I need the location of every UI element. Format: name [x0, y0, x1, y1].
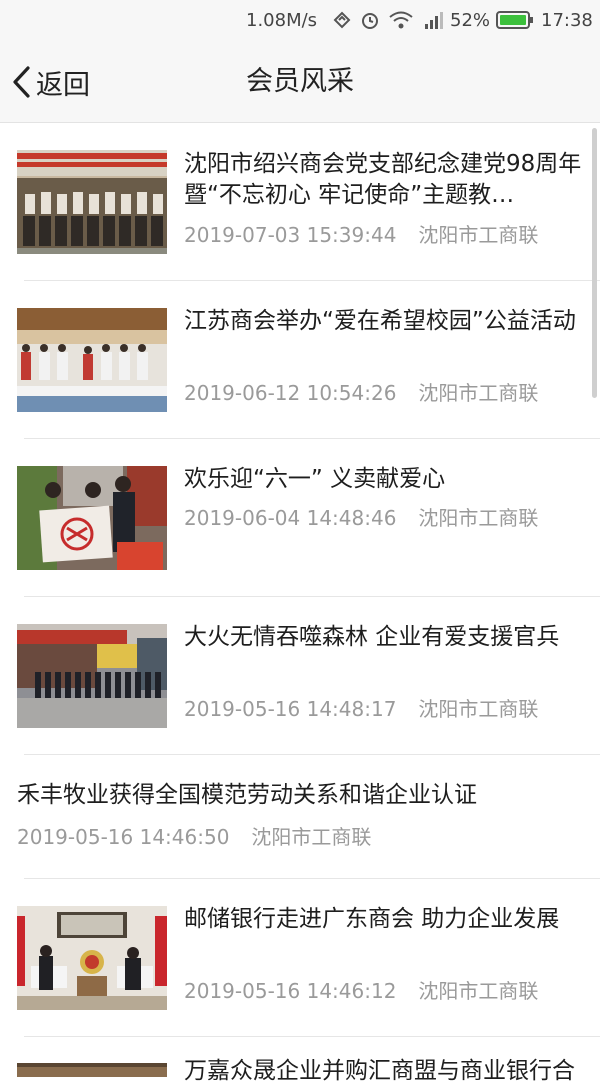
- article-meta: 2019-05-16 14:46:12 沈阳市工商联: [184, 978, 538, 1004]
- list-item[interactable]: 江苏商会举办“爱在希望校园”公益活动 2019-06-12 10:54:26 沈阳…: [0, 281, 600, 439]
- article-date: 2019-05-16 14:46:12: [184, 979, 397, 1003]
- list-item[interactable]: 万嘉众晟企业并购汇商盟与商业银行合: [0, 1037, 600, 1084]
- article-thumbnail: [17, 1063, 167, 1077]
- article-source: 沈阳市工商联: [418, 223, 539, 247]
- list-item[interactable]: 沈阳市绍兴商会党支部纪念建党98周年暨“不忘初心 牢记使命”主题教… 2019-…: [0, 123, 600, 281]
- article-date: 2019-06-12 10:54:26: [184, 381, 397, 405]
- article-source: 沈阳市工商联: [418, 697, 539, 721]
- article-title: 禾丰牧业获得全国模范劳动关系和谐企业认证: [17, 782, 477, 808]
- nav-header: 返回 会员风采: [0, 44, 600, 123]
- wifi-icon: [388, 9, 414, 38]
- article-source: 沈阳市工商联: [418, 506, 539, 530]
- article-title: 万嘉众晟企业并购汇商盟与商业银行合: [184, 1058, 575, 1084]
- article-meta: 2019-07-03 15:39:44 沈阳市工商联: [184, 222, 538, 248]
- battery-percent: 52%: [450, 10, 491, 31]
- signal-icon: [423, 9, 445, 38]
- article-thumbnail: [17, 906, 167, 1010]
- article-meta: 2019-06-04 14:48:46 沈阳市工商联: [184, 505, 538, 531]
- status-bar: 1.08M/s 52% 17:38: [0, 0, 600, 44]
- network-speed: 1.08M/s: [246, 10, 318, 31]
- article-thumbnail: [17, 466, 167, 570]
- article-source: 沈阳市工商联: [418, 979, 539, 1003]
- list-item[interactable]: 邮储银行走进广东商会 助力企业发展 2019-05-16 14:46:12 沈阳市…: [0, 879, 600, 1037]
- article-meta: 2019-06-12 10:54:26 沈阳市工商联: [184, 380, 538, 406]
- scrollbar[interactable]: [592, 128, 597, 398]
- article-meta: 2019-05-16 14:46:50 沈阳市工商联: [17, 824, 371, 850]
- battery-icon: [496, 11, 534, 36]
- article-thumbnail: [17, 624, 167, 728]
- article-meta: 2019-05-16 14:48:17 沈阳市工商联: [184, 696, 538, 722]
- list-item[interactable]: 大火无情吞噬森林 企业有爱支援官兵 2019-05-16 14:48:17 沈阳市…: [0, 597, 600, 755]
- article-title: 欢乐迎“六一” 义卖献爱心: [184, 466, 446, 492]
- article-date: 2019-05-16 14:48:17: [184, 697, 397, 721]
- article-title: 江苏商会举办“爱在希望校园”公益活动: [184, 308, 576, 334]
- nfc-icon: [331, 9, 353, 38]
- article-title: 沈阳市绍兴商会党支部纪念建党98周年暨“不忘初心 牢记使命”主题教…: [184, 151, 582, 208]
- alarm-icon: [359, 9, 381, 38]
- article-thumbnail: [17, 308, 167, 412]
- article-date: 2019-06-04 14:48:46: [184, 506, 397, 530]
- article-date: 2019-07-03 15:39:44: [184, 223, 397, 247]
- list-item[interactable]: 禾丰牧业获得全国模范劳动关系和谐企业认证 2019-05-16 14:46:50…: [0, 755, 600, 879]
- article-source: 沈阳市工商联: [251, 825, 372, 849]
- article-source: 沈阳市工商联: [418, 381, 539, 405]
- article-title: 大火无情吞噬森林 企业有爱支援官兵: [184, 624, 560, 650]
- list-item[interactable]: 欢乐迎“六一” 义卖献爱心 2019-06-04 14:48:46 沈阳市工商联: [0, 439, 600, 597]
- clock-time: 17:38: [541, 10, 593, 31]
- page-title: 会员风采: [246, 66, 354, 97]
- article-thumbnail: [17, 150, 167, 254]
- article-title: 邮储银行走进广东商会 助力企业发展: [184, 906, 560, 932]
- article-date: 2019-05-16 14:46:50: [17, 825, 230, 849]
